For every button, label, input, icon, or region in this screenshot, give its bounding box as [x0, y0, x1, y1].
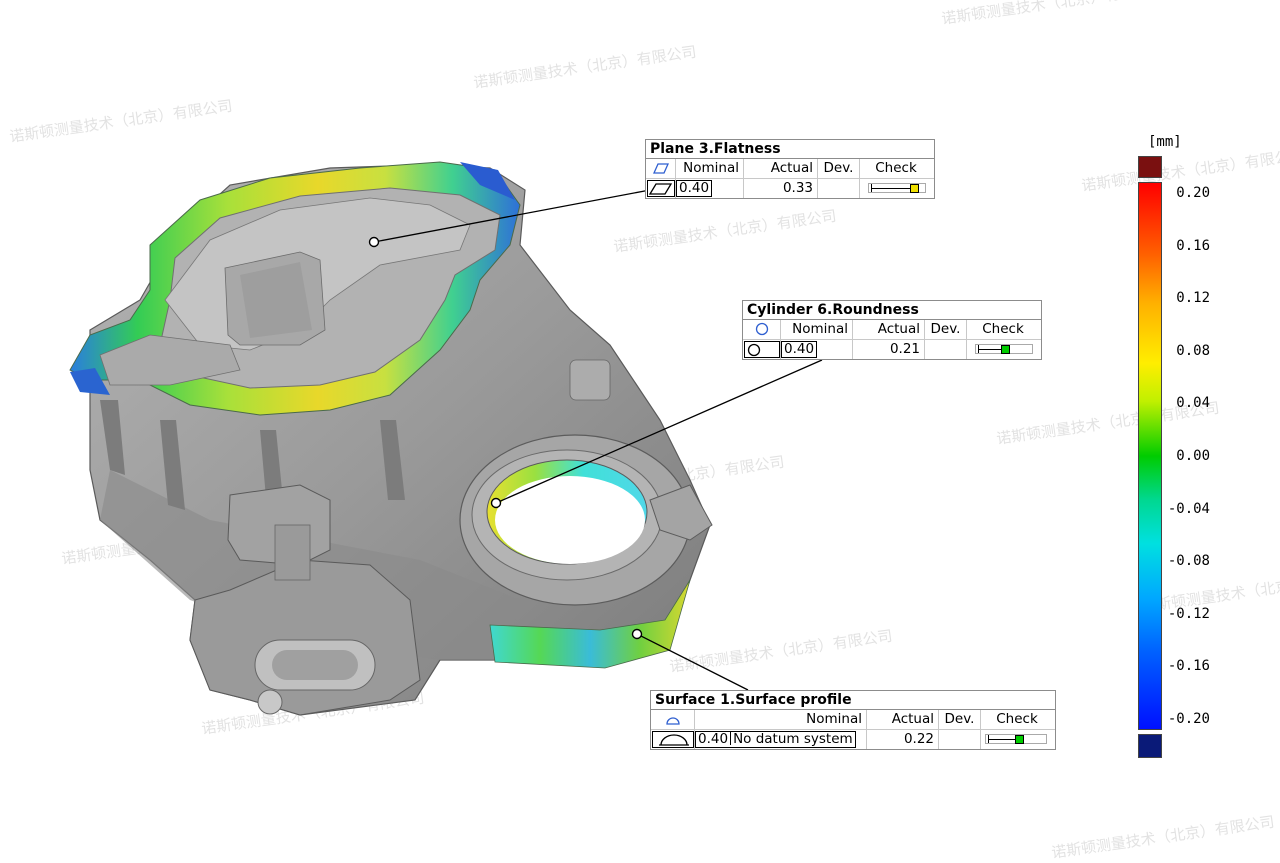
nominal-header: Nominal	[781, 320, 853, 339]
nominal-value-cell: 0.40 No datum system	[695, 730, 867, 749]
callout-value-row: 0.40 No datum system 0.22	[651, 729, 1055, 749]
check-marker	[1001, 345, 1010, 354]
deviation-colormap-model[interactable]	[0, 0, 1280, 854]
nominal-datum-box: 0.40 No datum system	[695, 731, 856, 748]
nominal-value-cell: 0.40	[676, 179, 744, 198]
dev-header: Dev.	[818, 159, 860, 178]
actual-value: 0.33	[744, 179, 818, 198]
check-cell	[860, 179, 932, 198]
dev-value	[818, 179, 860, 198]
nominal-value: 0.40	[676, 180, 713, 197]
roundness-callout[interactable]: Cylinder 6.Roundness Nominal Actual Dev.…	[742, 300, 1042, 360]
nominal-value-cell: 0.40	[781, 340, 853, 359]
datum-reference: No datum system	[733, 731, 853, 747]
color-scale-tick-label: -0.12	[1167, 605, 1210, 622]
callout-header-row: Nominal Actual Dev. Check	[651, 710, 1055, 729]
dev-header: Dev.	[925, 320, 967, 339]
roundness-circle-icon	[743, 320, 781, 339]
color-scale-tick-label: 0.16	[1176, 237, 1210, 254]
color-scale-tick-label: 0.12	[1176, 290, 1210, 307]
color-scale-unit: [mm]	[1148, 134, 1182, 150]
color-scale-underflow	[1138, 734, 1162, 758]
check-header: Check	[996, 711, 1038, 727]
deviation-viewport[interactable]: 诺斯顿测量技术（北京）有限公司 诺斯顿测量技术（北京）有限公司 诺斯顿测量技术（…	[0, 0, 1280, 862]
nominal-value: 0.40	[698, 731, 729, 747]
check-marker	[1015, 735, 1024, 744]
color-scale-legend: [mm] 0.20 0.16 0.12 0.08 0.04 0.00 -0.04 -0.08 -…	[1120, 132, 1270, 772]
check-header: Check	[982, 321, 1024, 337]
color-scale-tick-label: 0.20	[1176, 185, 1210, 201]
callout-title: Cylinder 6.Roundness	[743, 301, 1041, 320]
nominal-value: 0.40	[781, 341, 818, 358]
color-scale-tick-label: -0.04	[1167, 500, 1210, 517]
color-scale-overflow	[1138, 156, 1162, 178]
check-header: Check	[875, 160, 917, 176]
check-indicator	[868, 183, 926, 193]
surface-profile-callout[interactable]: Surface 1.Surface profile Nominal Actual…	[650, 690, 1056, 750]
color-scale-tick-label: -0.20	[1167, 711, 1210, 727]
dev-value	[939, 730, 981, 749]
surface-profile-arc-icon	[651, 710, 695, 729]
callout-header-row: Nominal Actual Dev. Check	[646, 159, 934, 178]
flatness-parallelogram-icon	[646, 159, 676, 178]
nominal-header: Nominal	[695, 710, 867, 729]
check-marker	[910, 184, 919, 193]
actual-header: Actual	[853, 320, 925, 339]
flatness-callout[interactable]: Plane 3.Flatness Nominal Actual Dev. Che…	[645, 139, 935, 199]
actual-header: Actual	[744, 159, 818, 178]
check-indicator	[985, 734, 1047, 744]
dev-header: Dev.	[939, 710, 981, 729]
roundness-symbol-frame	[743, 340, 781, 359]
color-scale-tick-label: 0.04	[1176, 395, 1210, 412]
actual-header: Actual	[867, 710, 939, 729]
callout-value-row: 0.40 0.33	[646, 178, 934, 198]
callout-header-row: Nominal Actual Dev. Check	[743, 320, 1041, 339]
check-cell	[981, 730, 1053, 749]
actual-value: 0.21	[853, 340, 925, 359]
color-scale-tick-label: 0.08	[1176, 342, 1210, 359]
callout-title: Plane 3.Flatness	[646, 140, 934, 159]
color-scale-tick-label: -0.16	[1167, 658, 1210, 675]
callout-value-row: 0.40 0.21	[743, 339, 1041, 359]
actual-value: 0.22	[867, 730, 939, 749]
check-indicator	[975, 344, 1033, 354]
flatness-symbol-frame	[646, 179, 676, 198]
check-cell	[967, 340, 1039, 359]
dev-value	[925, 340, 967, 359]
nominal-header: Nominal	[676, 159, 744, 178]
surface-profile-symbol-frame	[651, 730, 695, 749]
callout-title: Surface 1.Surface profile	[651, 691, 1055, 710]
color-scale-tick-label: 0.00	[1176, 448, 1210, 464]
color-scale-tick-label: -0.08	[1167, 553, 1210, 570]
